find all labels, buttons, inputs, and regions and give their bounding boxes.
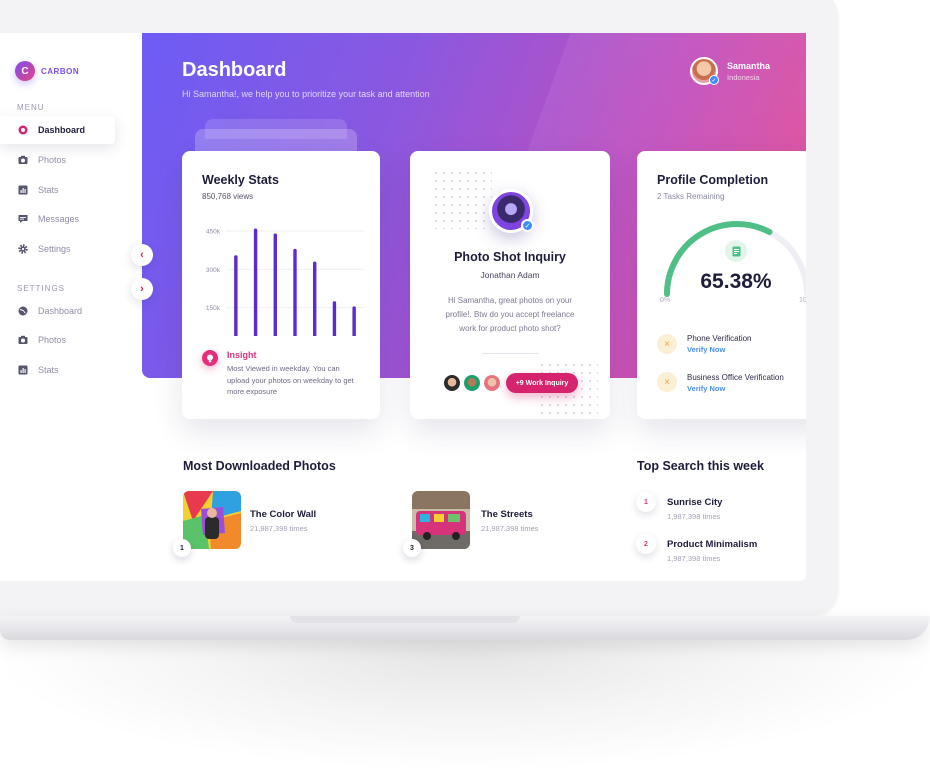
palette-icon — [18, 125, 28, 135]
close-icon: × — [657, 334, 677, 354]
search-count: 1,987,398 times — [667, 512, 721, 521]
sidebar-item-label: Messages — [38, 214, 80, 224]
verify-now-link[interactable]: Verify Now — [687, 384, 725, 393]
logo[interactable]: C CARBON — [15, 61, 79, 81]
carousel-prev-button[interactable]: ‹ — [131, 244, 153, 266]
photo-name[interactable]: The Streets — [481, 509, 533, 520]
inquiry-person: Jonathan Adam — [480, 270, 540, 280]
sidebar: C CARBON MENU Dashboard Photos Stats Mes… — [0, 33, 142, 581]
globe-icon — [18, 306, 28, 316]
sidebar-item-label: Settings — [38, 244, 71, 254]
y-tick-label: 150k — [206, 305, 221, 312]
page-title: Dashboard — [182, 59, 287, 81]
insight-text: Most Viewed in weekday. You can upload y… — [227, 364, 354, 396]
device-shadow — [0, 640, 930, 769]
chart-bar[interactable] — [332, 301, 337, 336]
weekly-stats-card: Weekly Stats 850,768 views 0150k300k450k… — [182, 151, 380, 419]
app-screen: C CARBON MENU Dashboard Photos Stats Mes… — [0, 33, 806, 581]
user-profile[interactable]: ✓ Samantha Indonesia — [690, 57, 770, 85]
sidebar-item-messages[interactable]: Messages — [0, 205, 115, 233]
user-name: Samantha — [727, 60, 771, 71]
page-subtitle: Hi Samantha!, we help you to prioritize … — [182, 89, 430, 99]
user-location: Indonesia — [727, 72, 760, 82]
rank-badge: 2 — [636, 534, 656, 554]
sidebar-item-label: Stats — [38, 365, 59, 375]
chart-bar[interactable] — [234, 255, 238, 336]
rank-badge: 1 — [636, 492, 656, 512]
sidebar-item-label: Dashboard — [38, 125, 86, 135]
rank-badge: 1 — [173, 539, 191, 557]
chart-bar[interactable] — [352, 306, 356, 336]
bar-chart-icon — [18, 365, 28, 375]
avatar: ✓ — [489, 189, 534, 233]
camera-icon — [18, 155, 28, 165]
task-title: Business Office Verification — [687, 373, 784, 382]
close-icon: × — [657, 372, 677, 392]
sidebar-item-settings-dashboard[interactable]: Dashboard — [0, 297, 115, 325]
verify-now-link[interactable]: Verify Now — [687, 345, 725, 354]
logo-text: CARBON — [41, 66, 80, 76]
carousel-next-button[interactable]: › — [131, 278, 153, 300]
menu-section-label: MENU — [17, 103, 45, 112]
avatar — [462, 373, 482, 393]
sidebar-item-settings[interactable]: Settings — [0, 235, 115, 263]
dots-decoration — [432, 169, 492, 229]
gauge-min-label: 0% — [660, 297, 671, 304]
chart-bar[interactable] — [253, 228, 258, 336]
divider — [482, 353, 538, 354]
y-tick-label: 450k — [206, 229, 221, 236]
document-icon — [725, 240, 747, 262]
avatar — [442, 373, 462, 393]
sidebar-item-label: Dashboard — [38, 306, 83, 316]
logo-badge: C — [15, 61, 35, 81]
sidebar-item-label: Photos — [38, 155, 67, 165]
photo-thumbnail-color-wall[interactable] — [183, 491, 241, 549]
photo-shot-inquiry-card[interactable]: ✓ Photo Shot Inquiry Jonathan Adam Hi Sa… — [410, 151, 610, 419]
avatar: ✓ — [690, 57, 719, 85]
photo-name[interactable]: The Color Wall — [250, 509, 316, 520]
sidebar-item-label: Stats — [38, 185, 59, 195]
card-title: Photo Shot Inquiry — [454, 250, 566, 264]
most-downloaded-title: Most Downloaded Photos — [183, 459, 336, 473]
sidebar-item-label: Photos — [38, 335, 67, 345]
gear-icon — [18, 244, 28, 254]
avatar — [482, 373, 502, 393]
photo-thumbnail-the-streets[interactable] — [412, 491, 470, 549]
top-search-title: Top Search this week — [637, 459, 764, 473]
sidebar-item-stats[interactable]: Stats — [0, 176, 115, 204]
chart-bar[interactable] — [293, 248, 297, 336]
device-notch — [290, 616, 520, 623]
rank-badge: 3 — [403, 539, 421, 557]
sidebar-item-settings-photos[interactable]: Photos — [0, 326, 115, 354]
sidebar-item-dashboard[interactable]: Dashboard — [0, 116, 115, 144]
lightbulb-icon — [202, 350, 218, 366]
y-tick-label: 300k — [206, 267, 221, 274]
search-term[interactable]: Sunrise City — [667, 497, 722, 508]
download-count: 21,987,398 times — [481, 524, 539, 533]
chat-icon — [18, 214, 28, 224]
chart-bar[interactable] — [313, 261, 317, 336]
camera-icon — [18, 335, 28, 345]
task-title: Phone Verification — [687, 334, 752, 343]
profile-completion-card: Profile Completion 2 Tasks Remaining 65.… — [637, 151, 806, 419]
gauge-max-label: 10 — [799, 297, 806, 304]
completion-percent: 65.38% — [700, 270, 772, 293]
search-term[interactable]: Product Minimalism — [667, 539, 757, 550]
settings-section-label: SETTINGS — [17, 284, 66, 293]
verified-icon: ✓ — [521, 219, 534, 232]
chart-bar[interactable] — [273, 233, 277, 336]
bar-chart-icon — [18, 185, 28, 195]
inquiry-message: Hi Samantha, great photos on your profil… — [445, 296, 575, 333]
search-count: 1,987,398 times — [667, 554, 721, 563]
download-count: 21,987,398 times — [250, 524, 308, 533]
sidebar-item-settings-stats[interactable]: Stats — [0, 356, 115, 384]
weekly-stats-chart: 0150k300k450k25262728293031 — [206, 228, 364, 336]
work-inquiry-button[interactable]: +9 Work Inquiry — [506, 373, 578, 393]
sidebar-item-photos[interactable]: Photos — [0, 146, 115, 174]
insight-title: Insight — [227, 350, 257, 360]
completion-gauge — [664, 221, 806, 297]
verified-icon: ✓ — [709, 75, 719, 85]
